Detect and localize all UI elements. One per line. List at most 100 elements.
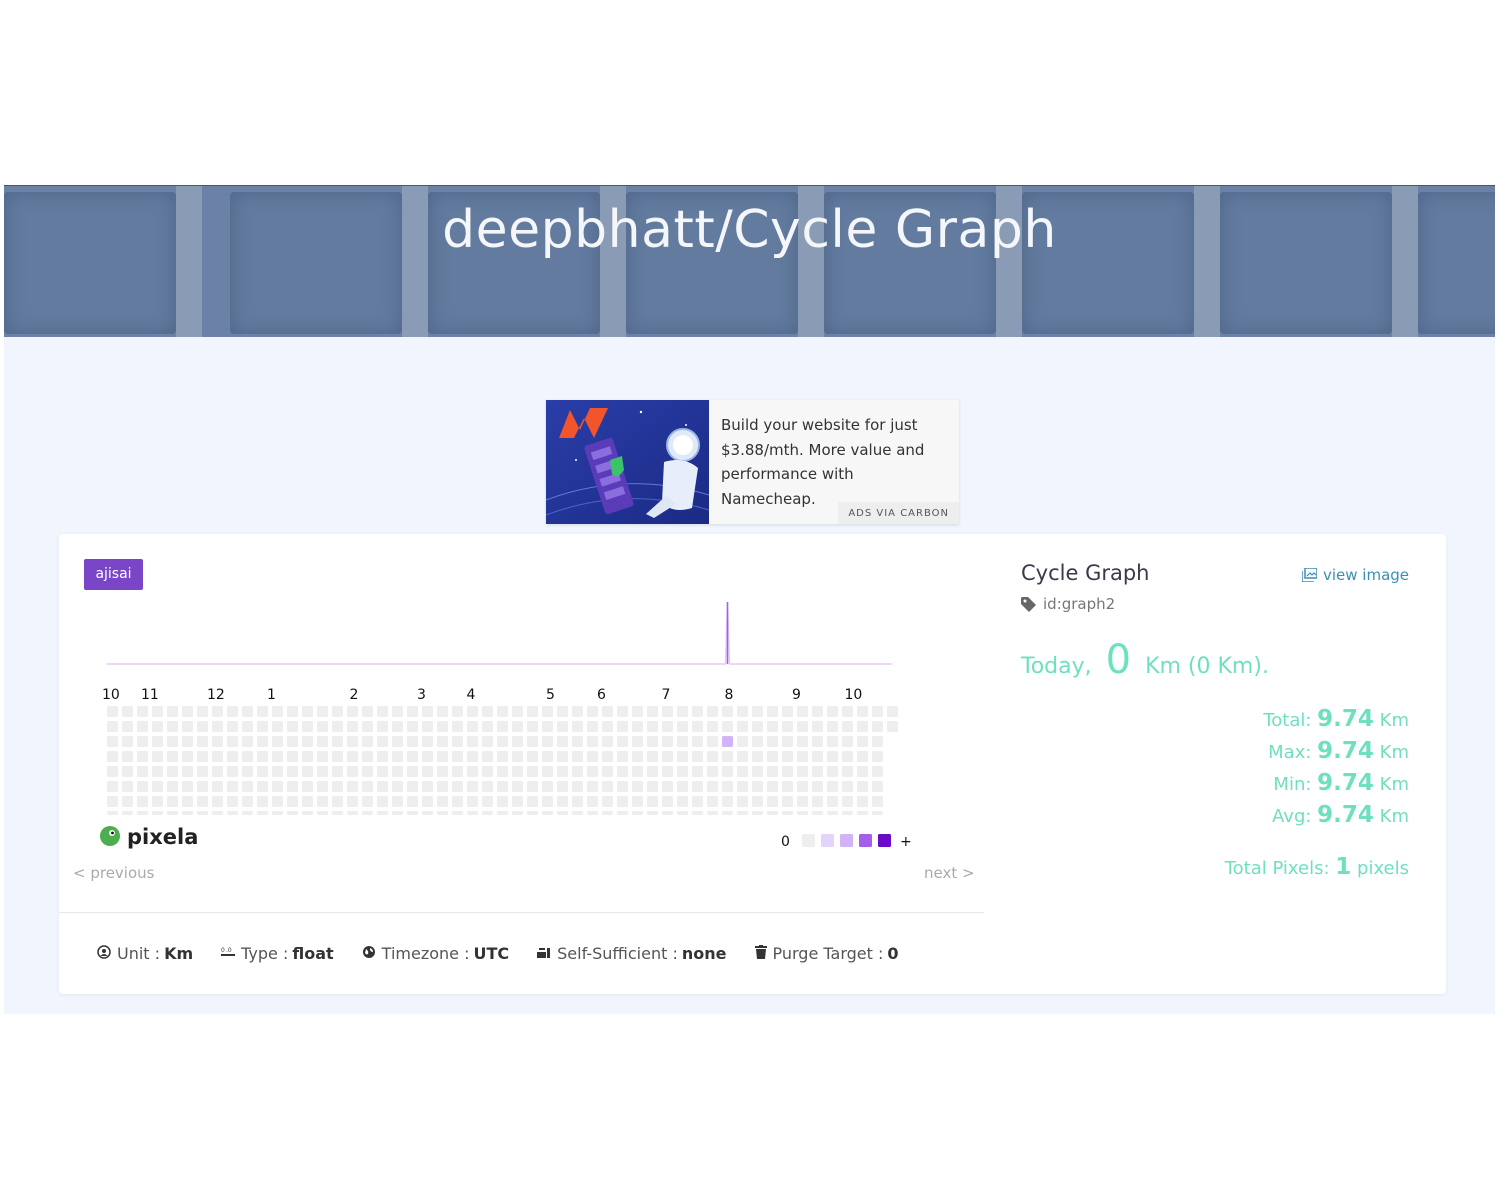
pixel-cell xyxy=(572,781,583,792)
pixel-cell xyxy=(227,736,238,747)
pixel-cell xyxy=(392,766,403,777)
pixel-cell xyxy=(152,706,163,717)
pixel-cell xyxy=(767,706,778,717)
pixel-cell xyxy=(257,796,268,807)
pixel-cell xyxy=(647,706,658,717)
pixel-cell xyxy=(812,781,823,792)
pixel-cell xyxy=(677,751,688,762)
pixel-cell xyxy=(272,706,283,717)
pixel-cell xyxy=(197,766,208,777)
pixel-cell xyxy=(377,736,388,747)
ad-text[interactable]: Build your website for just $3.88/mth. M… xyxy=(721,413,951,511)
max-label: Max: xyxy=(1268,742,1312,763)
pixel-cell xyxy=(842,706,853,717)
pixel-cell xyxy=(557,796,568,807)
pixel-cell xyxy=(722,781,733,792)
pixel-cell xyxy=(317,721,328,732)
stat-max: Max: 9.74 Km xyxy=(1263,736,1409,768)
pixel-cell xyxy=(497,796,508,807)
pixel-cell xyxy=(797,796,808,807)
pixel-cell xyxy=(317,736,328,747)
pixel-cell xyxy=(887,721,898,732)
pixel-cell xyxy=(437,766,448,777)
pixel-cell xyxy=(737,721,748,732)
purge-target-value: 0 xyxy=(887,944,899,963)
pixel-cell xyxy=(647,781,658,792)
pixel-cell xyxy=(707,736,718,747)
pixel-cell xyxy=(362,781,373,792)
ad-image[interactable] xyxy=(546,400,709,524)
pixels-label: Total Pixels: xyxy=(1224,858,1330,879)
pixel-cell xyxy=(602,736,613,747)
pixel-cell xyxy=(497,781,508,792)
pixel-cell xyxy=(677,781,688,792)
pixel-cell xyxy=(662,706,673,717)
pixel-cell xyxy=(572,706,583,717)
ads-via-carbon-link[interactable]: ADS VIA CARBON xyxy=(838,502,959,524)
pixel-cell xyxy=(617,721,628,732)
next-link[interactable]: next > xyxy=(924,864,975,882)
pixel-cell xyxy=(827,811,838,815)
purge-target-label: Purge Target xyxy=(772,944,873,963)
month-label: 7 xyxy=(662,687,671,703)
pixel-cell xyxy=(827,766,838,777)
pixel-cell xyxy=(482,721,493,732)
pixel-cell xyxy=(782,736,793,747)
pixel-cell xyxy=(782,781,793,792)
pixel-cell xyxy=(617,751,628,762)
pixel-cell xyxy=(617,796,628,807)
pixel-cell xyxy=(422,751,433,762)
pixel-cell xyxy=(347,721,358,732)
pixel-cell xyxy=(287,766,298,777)
month-label: 1 xyxy=(267,687,276,703)
previous-link[interactable]: < previous xyxy=(73,864,154,882)
pixel-cell xyxy=(572,736,583,747)
pixel-cell xyxy=(737,811,748,815)
pixel-cell xyxy=(602,811,613,815)
theme-badge[interactable]: ajisai xyxy=(84,559,143,590)
carbon-ad[interactable]: Build your website for just $3.88/mth. M… xyxy=(546,400,959,524)
pixel-cell xyxy=(842,751,853,762)
pixel-cell xyxy=(302,781,313,792)
pixel-cell xyxy=(197,706,208,717)
pixel-cell xyxy=(122,811,133,815)
pixel-cell xyxy=(257,721,268,732)
pixel-cell xyxy=(332,751,343,762)
pixel-cell xyxy=(227,781,238,792)
pixel-cell xyxy=(167,781,178,792)
pixel-cell xyxy=(497,721,508,732)
month-label: 9 xyxy=(792,687,801,703)
pixel-cell xyxy=(452,766,463,777)
pixel-cell xyxy=(272,766,283,777)
pixel-cell xyxy=(422,736,433,747)
pixel-cell xyxy=(437,751,448,762)
pixel-cell xyxy=(587,766,598,777)
pixel-cell xyxy=(257,751,268,762)
total-value: 9.74 xyxy=(1317,706,1374,732)
total-label: Total: xyxy=(1263,710,1312,731)
pixel-cell xyxy=(542,721,553,732)
pixel-cell xyxy=(767,766,778,777)
pixel-cell xyxy=(362,796,373,807)
pixel-cell xyxy=(167,736,178,747)
pixel-cell xyxy=(212,796,223,807)
pixel-cell xyxy=(392,811,403,815)
pixel-cell xyxy=(362,721,373,732)
pixel-cell xyxy=(407,766,418,777)
pixel-cell xyxy=(347,736,358,747)
type-value: float xyxy=(292,944,334,963)
divider xyxy=(59,912,984,913)
pixel-graph: 10 11 12 1 2 3 4 5 6 7 8 9 10pixela 0 + xyxy=(100,601,912,850)
pixel-cell xyxy=(737,736,748,747)
pixel-cell xyxy=(647,751,658,762)
pixel-cell xyxy=(377,796,388,807)
pixel-cell xyxy=(782,721,793,732)
pixel-cell xyxy=(467,811,478,815)
pixel-cell xyxy=(827,781,838,792)
graph-name: Cycle Graph xyxy=(1021,561,1150,585)
pixel-cell xyxy=(557,706,568,717)
view-image-link[interactable]: view image xyxy=(1302,566,1409,584)
max-value: 9.74 xyxy=(1317,738,1374,764)
pixel-cell xyxy=(662,721,673,732)
pixel-cell xyxy=(782,766,793,777)
